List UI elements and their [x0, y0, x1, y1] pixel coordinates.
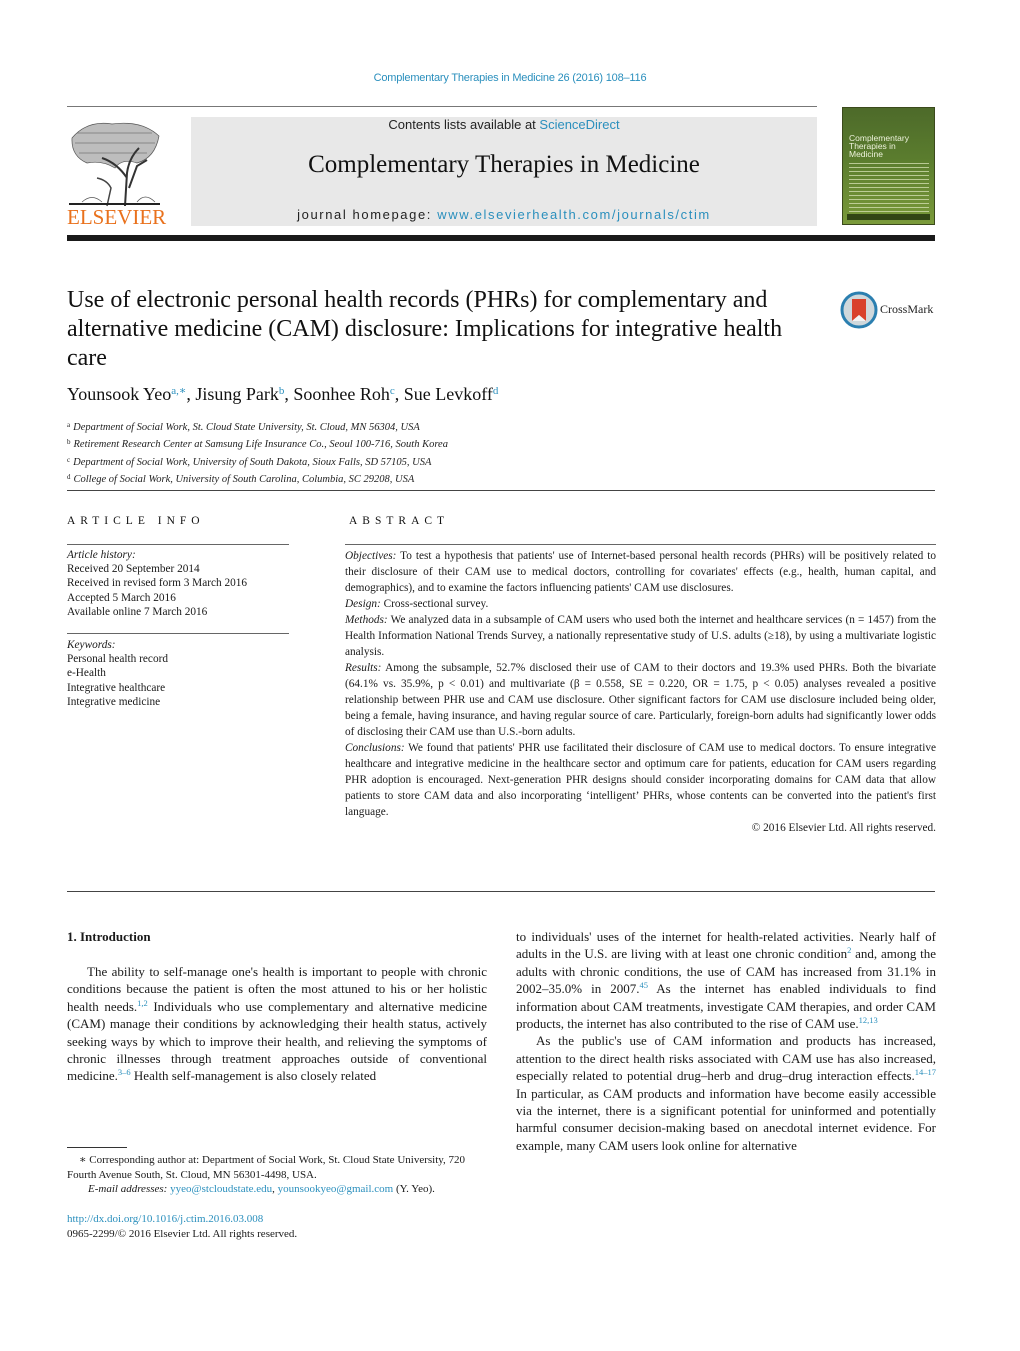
keywords-label: Keywords:	[67, 639, 116, 651]
keyword: Integrative healthcare	[67, 681, 166, 694]
crossmark-icon	[840, 291, 878, 329]
author-affiliation-marker[interactable]: a,∗	[171, 385, 186, 397]
body-paragraph: to individuals' uses of the internet for…	[516, 929, 936, 1032]
footnote-rule	[67, 1147, 127, 1148]
body-paragraph: The ability to self-manage one's health …	[67, 964, 487, 1084]
keyword: Integrative medicine	[67, 695, 161, 708]
journal-title: Complementary Therapies in Medicine	[308, 151, 700, 178]
elsevier-wordmark[interactable]: ELSEVIER	[67, 205, 166, 230]
article-title: Use of electronic personal health record…	[67, 287, 783, 371]
author-affiliation-marker[interactable]: c	[390, 385, 395, 397]
elsevier-tree-logo-icon[interactable]	[67, 118, 162, 208]
article-info-rule	[67, 544, 289, 545]
abstract-methods: Methods: We analyzed data in a subsample…	[345, 614, 936, 658]
cover-title: Complementary Therapies in Medicine	[849, 133, 909, 159]
affiliations: a Department of Social Work, St. Cloud St…	[67, 418, 448, 487]
affiliation: d College of Social Work, University of S…	[67, 472, 415, 485]
abstract-heading: ABSTRACT	[349, 515, 450, 527]
author[interactable]: Jisung Park	[195, 384, 279, 404]
author[interactable]: Sue Levkoff	[404, 384, 493, 404]
keyword: e-Health	[67, 667, 106, 680]
corresponding-author-note: ∗ Corresponding author at: Department of…	[67, 1154, 466, 1181]
author-affiliation-marker[interactable]: b	[279, 385, 285, 397]
author[interactable]: Younsook Yeo	[67, 384, 171, 404]
email-line: E-mail addresses: yyeo@stcloudstate.edu,…	[88, 1183, 435, 1195]
history-item: Available online 7 March 2016	[67, 605, 208, 618]
section-heading-introduction: 1. Introduction	[67, 929, 151, 944]
issn-copyright: 0965-2299/© 2016 Elsevier Ltd. All right…	[67, 1227, 298, 1240]
cover-footer-band	[847, 214, 930, 220]
affiliation: b Retirement Research Center at Samsung L…	[67, 438, 448, 451]
top-rule	[67, 106, 817, 107]
cover-contents-lines	[849, 163, 929, 219]
running-head[interactable]: Complementary Therapies in Medicine 26 (…	[0, 72, 1020, 84]
history-item: Received in revised form 3 March 2016	[67, 577, 248, 590]
article-info-heading: ARTICLE INFO	[67, 515, 205, 527]
abstract-conclusions: Conclusions: We found that patients' PHR…	[345, 742, 936, 818]
keyword: Personal health record	[67, 653, 169, 666]
abstract-objectives: Objectives: To test a hypothesis that pa…	[345, 550, 936, 594]
affiliation: c Department of Social Work, University o…	[67, 455, 432, 468]
email-link[interactable]: yyeo@stcloudstate.edu	[170, 1183, 272, 1195]
citation-link[interactable]: 12,13	[859, 1015, 878, 1025]
citation-link[interactable]: 1,2	[137, 998, 148, 1008]
citation-link[interactable]: 45	[639, 980, 648, 990]
abstract-body: Objectives: To test a hypothesis that pa…	[345, 548, 936, 836]
author-list: Younsook Yeoa,∗, Jisung Parkb, Soonhee R…	[67, 384, 499, 404]
citation-link[interactable]: 14–17	[915, 1067, 936, 1077]
journal-homepage: journal homepage: www.elsevierhealth.com…	[297, 207, 711, 222]
abstract-results: Results: Among the subsample, 52.7% disc…	[345, 662, 936, 738]
history-item: Accepted 5 March 2016	[67, 591, 176, 604]
author-affiliation-marker[interactable]: d	[493, 385, 499, 397]
crossmark-label: CrossMark	[880, 302, 934, 316]
keywords: Keywords: Personal health record e-Healt…	[67, 638, 289, 709]
body-right-column: to individuals' uses of the internet for…	[516, 928, 936, 1154]
body-paragraph: As the public's use of CAM information a…	[516, 1033, 936, 1153]
journal-cover-thumbnail[interactable]: Complementary Therapies in Medicine	[842, 107, 935, 225]
doi-block: http://dx.doi.org/10.1016/j.ctim.2016.03…	[67, 1212, 297, 1241]
affiliation: a Department of Social Work, St. Cloud St…	[67, 421, 420, 433]
crossmark-badge[interactable]: CrossMark	[840, 291, 940, 331]
body-left-column: The ability to self-manage one's health …	[67, 963, 487, 1085]
doi-link[interactable]: http://dx.doi.org/10.1016/j.ctim.2016.03…	[67, 1212, 297, 1227]
section-divider	[67, 490, 935, 491]
masthead-rule	[67, 235, 935, 241]
abstract-design: Design: Cross-sectional survey.	[345, 598, 489, 610]
abstract-divider	[67, 891, 935, 892]
history-label: Article history:	[67, 549, 136, 561]
author[interactable]: Soonhee Roh	[293, 384, 390, 404]
citation-link[interactable]: 3–6	[118, 1067, 131, 1077]
abstract-rule	[345, 544, 936, 545]
article-history: Article history: Received 20 September 2…	[67, 548, 289, 619]
contents-line: Contents lists available at ScienceDirec…	[388, 117, 620, 132]
email-link[interactable]: younsookyeo@gmail.com	[278, 1183, 394, 1195]
keywords-rule	[67, 633, 289, 634]
homepage-link[interactable]: www.elsevierhealth.com/journals/ctim	[437, 207, 711, 222]
abstract-copyright: © 2016 Elsevier Ltd. All rights reserved…	[751, 822, 936, 834]
sciencedirect-link[interactable]: ScienceDirect	[539, 117, 619, 132]
corresponding-author-footnote: ∗ Corresponding author at: Department of…	[67, 1153, 487, 1197]
history-item: Received 20 September 2014	[67, 563, 200, 576]
